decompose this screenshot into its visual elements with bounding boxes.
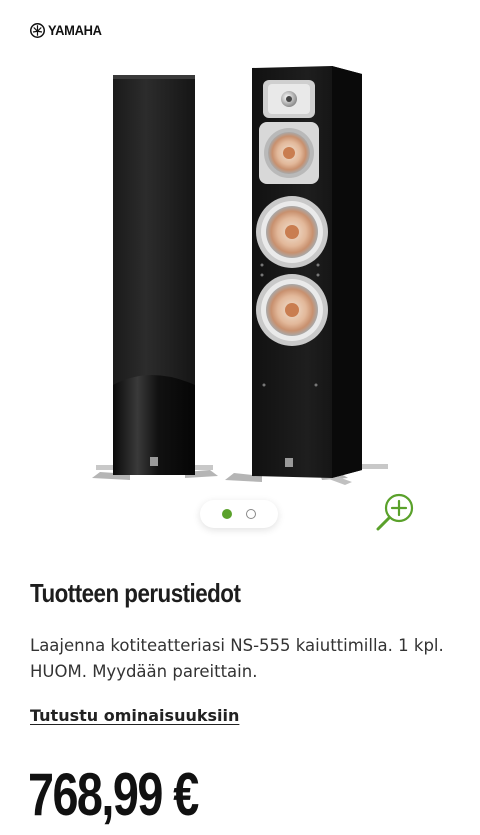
product-image-gallery[interactable] xyxy=(0,60,480,530)
speaker-pair-image xyxy=(92,66,388,485)
product-price: 768,99 € xyxy=(28,761,199,828)
tuning-fork-logo-icon xyxy=(30,22,45,38)
left-speaker xyxy=(92,75,218,480)
carousel-dot-1[interactable] xyxy=(222,509,232,519)
zoom-in-button[interactable] xyxy=(372,490,420,534)
carousel-dot-2[interactable] xyxy=(246,509,256,519)
zoom-in-icon xyxy=(376,493,414,531)
right-speaker xyxy=(225,66,388,485)
product-description: Laajenna kotiteatteriasi NS-555 kaiuttim… xyxy=(30,636,444,681)
section-title: Tuotteen perustiedot xyxy=(30,578,241,608)
carousel-pagination xyxy=(200,500,278,528)
brand-name: YAMAHA xyxy=(48,22,102,38)
explore-features-link[interactable]: Tutustu ominaisuuksiin xyxy=(30,706,239,725)
brand-logo[interactable]: YAMAHA xyxy=(30,22,106,38)
